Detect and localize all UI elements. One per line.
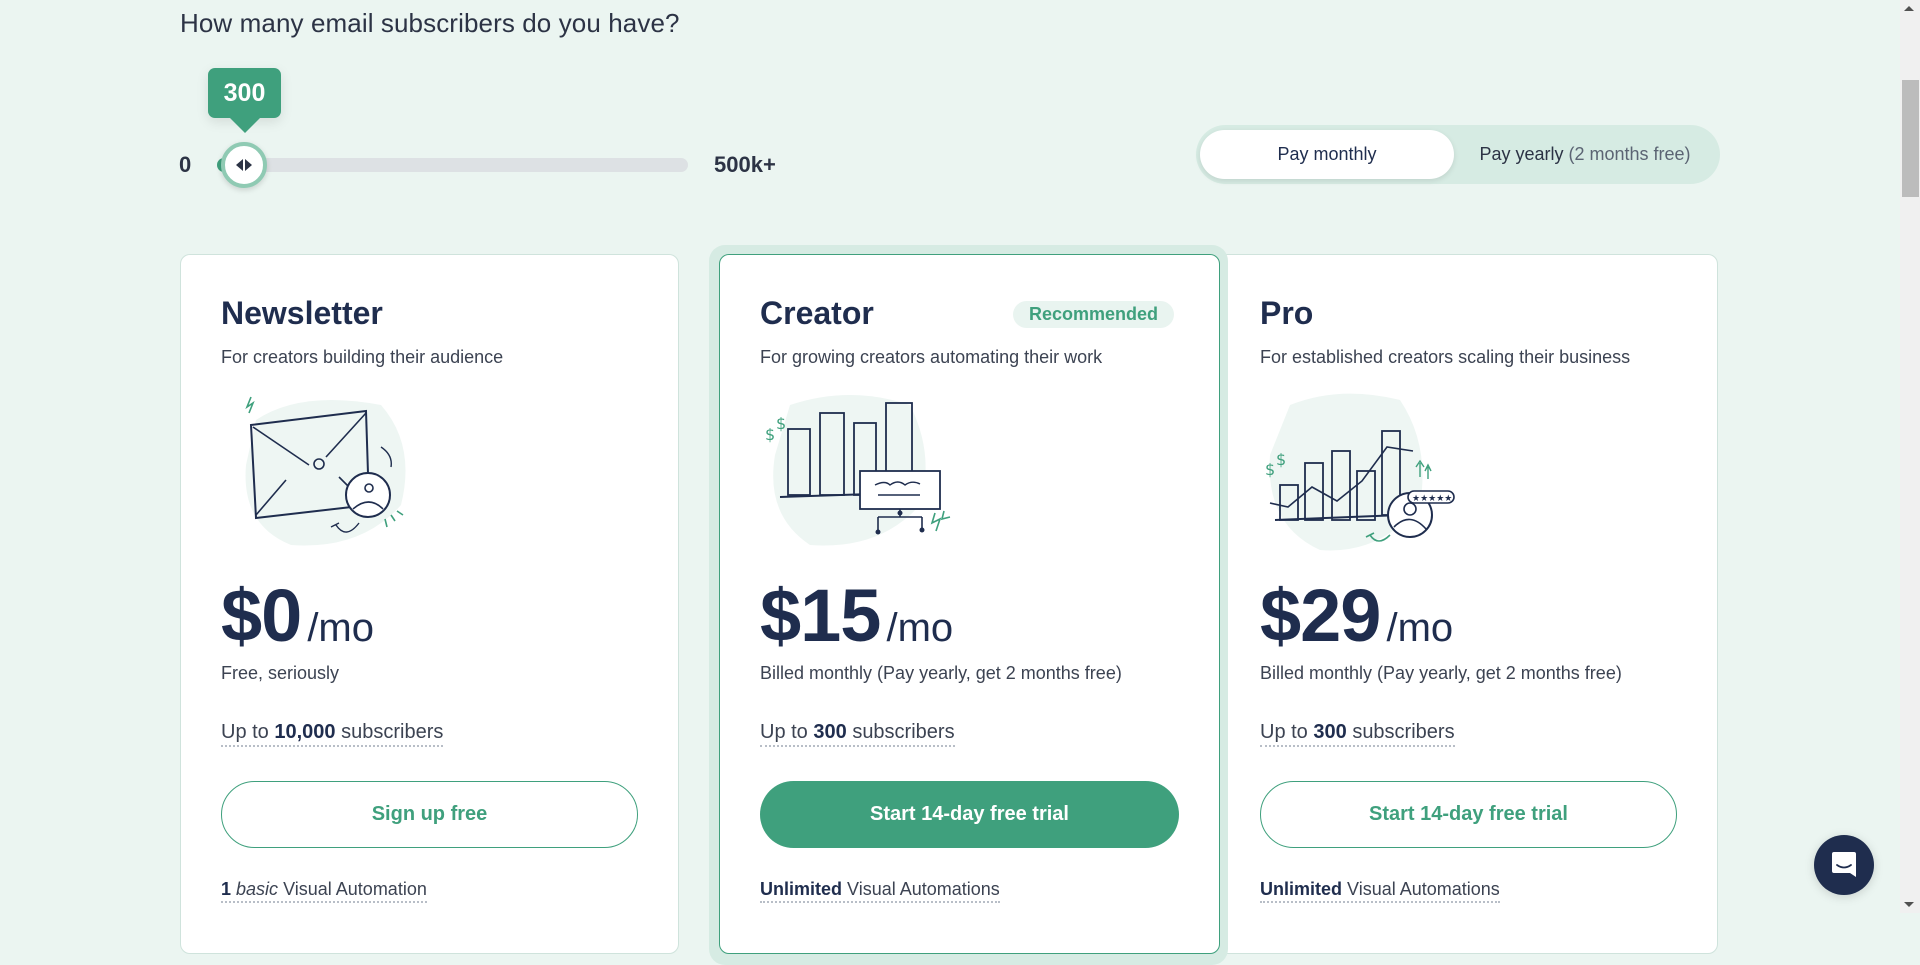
svg-text:★★★★★: ★★★★★ xyxy=(1412,494,1452,504)
plan-price: $15/mo xyxy=(760,573,953,658)
subs-count: 10,000 xyxy=(274,721,336,743)
pay-yearly-option[interactable]: Pay yearly (2 months free) xyxy=(1454,130,1716,179)
subs-prefix: Up to xyxy=(1260,721,1308,743)
feature-italic: basic xyxy=(236,879,279,899)
feature-visual-automations[interactable]: Unlimited Visual Automations xyxy=(760,879,1000,903)
plan-tagline: For growing creators automating their wo… xyxy=(760,347,1103,367)
envelope-with-user-illustration xyxy=(245,396,406,546)
feature-bold: Unlimited xyxy=(760,879,843,899)
subs-suffix: subscribers xyxy=(341,721,444,743)
subscriber-limit[interactable]: Up to 300 subscribers xyxy=(1260,721,1455,747)
plan-price: $29/mo xyxy=(1260,573,1453,658)
plan-price: $0/mo xyxy=(221,573,374,658)
plan-title: Creator xyxy=(760,295,874,331)
price-amount: $0 xyxy=(221,574,302,657)
subs-count: 300 xyxy=(1313,721,1347,743)
price-amount: $29 xyxy=(1260,574,1381,657)
price-unit: /mo xyxy=(886,606,954,650)
subs-prefix: Up to xyxy=(760,721,808,743)
feature-bold: 1 xyxy=(221,879,232,899)
plan-card-pro: Pro For established creators scaling the… xyxy=(1210,254,1718,954)
price-note: Free, seriously xyxy=(221,663,340,683)
sign-up-free-button[interactable]: Sign up free xyxy=(221,781,638,848)
pay-yearly-note: (2 months free) xyxy=(1568,144,1691,164)
feature-bold: Unlimited xyxy=(1260,879,1343,899)
subscriber-question-heading: How many email subscribers do you have? xyxy=(180,8,680,38)
pro-start-trial-button[interactable]: Start 14-day free trial xyxy=(1260,781,1677,848)
svg-text:$: $ xyxy=(1265,460,1275,479)
svg-text:$: $ xyxy=(765,425,775,444)
price-note: Billed monthly (Pay yearly, get 2 months… xyxy=(1260,663,1622,683)
slider-max-label: 500k+ xyxy=(714,152,776,177)
subscriber-slider-track[interactable] xyxy=(218,158,688,172)
price-unit: /mo xyxy=(1386,606,1454,650)
plan-card-creator: Creator Recommended For growing creators… xyxy=(719,254,1220,954)
scrollbar-thumb[interactable] xyxy=(1902,80,1919,197)
feature-visual-automation[interactable]: 1 basic Visual Automation xyxy=(221,879,427,903)
subscriber-limit[interactable]: Up to 10,000 subscribers xyxy=(221,721,444,747)
plan-title: Newsletter xyxy=(221,295,383,331)
creator-start-trial-button[interactable]: Start 14-day free trial xyxy=(760,781,1179,848)
plan-title: Pro xyxy=(1260,295,1314,331)
page-scrollbar[interactable] xyxy=(1900,0,1920,913)
subs-count: 300 xyxy=(813,721,847,743)
subscriber-limit[interactable]: Up to 300 subscribers xyxy=(760,721,955,747)
recommended-badge: Recommended xyxy=(1012,301,1174,328)
drag-arrows-icon xyxy=(236,159,252,171)
svg-text:$: $ xyxy=(776,414,786,433)
plan-tagline: For established creators scaling their b… xyxy=(1260,347,1631,367)
chat-bubble-icon xyxy=(1832,852,1856,877)
bar-chart-with-board-illustration: $ $ xyxy=(765,395,951,546)
plan-tagline: For creators building their audience xyxy=(221,347,504,367)
chat-launcher-button[interactable] xyxy=(1814,835,1874,895)
subs-prefix: Up to xyxy=(221,721,269,743)
price-amount: $15 xyxy=(760,574,881,657)
scroll-up-arrow-icon[interactable] xyxy=(1904,6,1914,11)
slider-value-label: 300 xyxy=(223,78,266,107)
pay-yearly-label: Pay yearly xyxy=(1479,144,1564,164)
price-note: Billed monthly (Pay yearly, get 2 months… xyxy=(760,663,1122,683)
slider-value-tooltip: 300 xyxy=(208,68,281,133)
feature-text: Visual Automation xyxy=(283,879,427,899)
price-unit: /mo xyxy=(307,606,374,650)
billing-period-toggle: Pay monthly Pay yearly (2 months free) xyxy=(1196,125,1720,184)
slider-min-label: 0 xyxy=(179,152,192,177)
feature-text: Visual Automations xyxy=(1347,879,1500,899)
subscriber-slider-thumb[interactable] xyxy=(221,142,267,188)
subs-suffix: subscribers xyxy=(852,721,955,743)
growth-chart-with-rating-illustration: ★★★★★ $ $ xyxy=(1265,393,1455,551)
feature-visual-automations[interactable]: Unlimited Visual Automations xyxy=(1260,879,1500,903)
feature-text: Visual Automations xyxy=(847,879,1000,899)
svg-text:$: $ xyxy=(1276,450,1286,469)
plan-card-newsletter: Newsletter For creators building their a… xyxy=(180,254,679,954)
subs-suffix: subscribers xyxy=(1352,721,1455,743)
pay-monthly-option[interactable]: Pay monthly xyxy=(1200,130,1454,179)
pay-monthly-label: Pay monthly xyxy=(1277,144,1377,164)
scroll-down-arrow-icon[interactable] xyxy=(1904,902,1914,907)
